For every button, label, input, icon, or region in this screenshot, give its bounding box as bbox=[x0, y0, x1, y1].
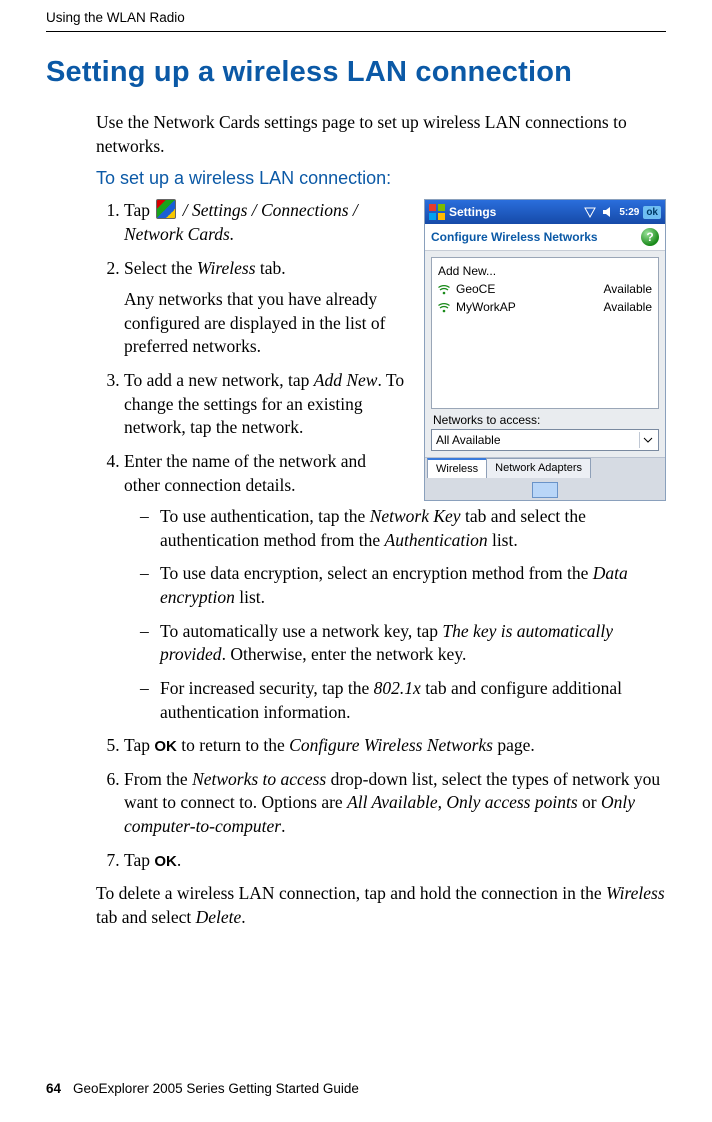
network-name: GeoCE bbox=[456, 282, 598, 296]
tab-network-adapters[interactable]: Network Adapters bbox=[486, 458, 591, 478]
step-3-text: To add a new network, tap Add New. To ch… bbox=[124, 370, 404, 437]
chevron-down-icon[interactable] bbox=[639, 432, 656, 448]
step-7-text-a: Tap bbox=[124, 850, 154, 870]
embedded-screenshot: Settings 5:29 ok Configure Wireless Netw… bbox=[424, 199, 666, 501]
wifi-icon bbox=[438, 283, 450, 295]
network-status: Available bbox=[604, 282, 652, 296]
step-2-note: Any networks that you have already confi… bbox=[124, 288, 406, 359]
dropdown-value: All Available bbox=[436, 433, 501, 447]
device-tab-strip: Wireless Network Adapters bbox=[425, 457, 665, 480]
device-clock: 5:29 bbox=[619, 207, 639, 218]
titlebar-ok-button[interactable]: ok bbox=[643, 206, 661, 219]
top-rule bbox=[46, 31, 666, 32]
trailing-paragraph: To delete a wireless LAN connection, tap… bbox=[96, 882, 666, 929]
start-icon[interactable] bbox=[429, 204, 445, 220]
network-status: Available bbox=[604, 300, 652, 314]
step-1-text-a: Tap bbox=[124, 200, 154, 220]
intro-paragraph: Use the Network Cards settings page to s… bbox=[96, 111, 666, 158]
tab-wireless[interactable]: Wireless bbox=[427, 458, 487, 478]
step-6-text: From the Networks to access drop-down li… bbox=[124, 769, 660, 836]
keyboard-icon[interactable] bbox=[532, 482, 558, 498]
step-6: From the Networks to access drop-down li… bbox=[124, 768, 666, 839]
wifi-icon bbox=[438, 301, 450, 313]
add-new-label: Add New... bbox=[438, 264, 652, 278]
step-4-bullet-4: For increased security, tap the 802.1x t… bbox=[140, 677, 666, 724]
step-4-sublist: To use authentication, tap the Network K… bbox=[124, 505, 666, 724]
page-number: 64 bbox=[46, 1081, 61, 1096]
device-titlebar: Settings 5:29 ok bbox=[425, 200, 665, 224]
section-title: Setting up a wireless LAN connection bbox=[46, 56, 666, 89]
step-7: Tap OK. bbox=[124, 849, 666, 873]
speaker-icon[interactable] bbox=[601, 205, 615, 219]
step-4-bullet-1: To use authentication, tap the Network K… bbox=[140, 505, 666, 552]
network-listbox[interactable]: Add New... GeoCE Available MyWorkAP Avai… bbox=[431, 257, 659, 409]
list-item-add-new[interactable]: Add New... bbox=[438, 262, 652, 280]
step-7-text-b: . bbox=[177, 850, 181, 870]
signal-icon bbox=[583, 205, 597, 219]
networks-to-access-dropdown[interactable]: All Available bbox=[431, 429, 659, 451]
step-4-bullet-2: To use data encryption, select an encryp… bbox=[140, 562, 666, 609]
device-subtitle-bar: Configure Wireless Networks ? bbox=[425, 224, 665, 251]
ok-text: OK bbox=[154, 853, 177, 870]
procedure-heading: To set up a wireless LAN connection: bbox=[96, 168, 666, 189]
step-5-text-a: Tap bbox=[124, 735, 154, 755]
network-name: MyWorkAP bbox=[456, 300, 598, 314]
sip-bar bbox=[425, 480, 665, 500]
page-footer: 64 GeoExplorer 2005 Series Getting Starte… bbox=[46, 1081, 359, 1096]
help-icon[interactable]: ? bbox=[641, 228, 659, 246]
start-menu-icon bbox=[156, 199, 176, 219]
step-5-text-b: to return to the Configure Wireless Netw… bbox=[177, 735, 535, 755]
networks-to-access-label: Networks to access: bbox=[425, 413, 665, 429]
step-5: Tap OK to return to the Configure Wirele… bbox=[124, 734, 666, 758]
step-4-bullet-3: To automatically use a network key, tap … bbox=[140, 620, 666, 667]
list-item[interactable]: GeoCE Available bbox=[438, 280, 652, 298]
list-item[interactable]: MyWorkAP Available bbox=[438, 298, 652, 316]
footer-title: GeoExplorer 2005 Series Getting Started … bbox=[73, 1081, 359, 1096]
device-subtitle-text: Configure Wireless Networks bbox=[431, 230, 598, 244]
device-title: Settings bbox=[449, 205, 579, 219]
step-2-text: Select the Wireless tab. bbox=[124, 258, 286, 278]
running-head: Using the WLAN Radio bbox=[46, 0, 666, 29]
ok-text: OK bbox=[154, 738, 177, 755]
